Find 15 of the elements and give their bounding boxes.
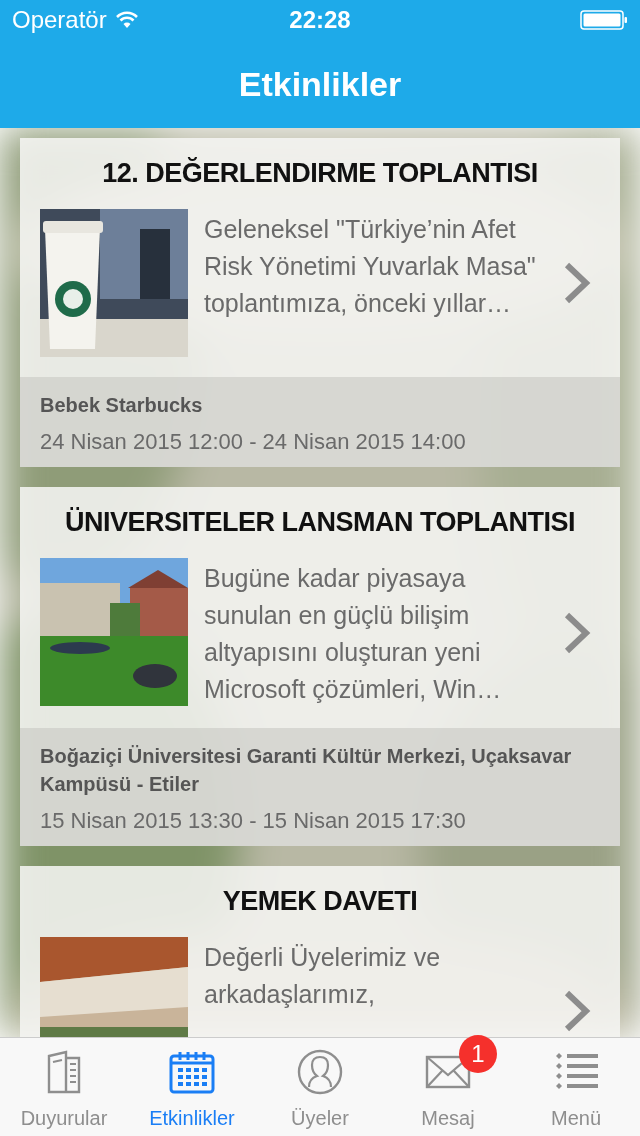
tab-item[interactable]: Etkinlikler [128, 1038, 256, 1136]
calendar-icon [169, 1050, 215, 1094]
folded-paper-icon [46, 1050, 82, 1094]
tab-item[interactable]: Duyurular [0, 1038, 128, 1136]
screen-title: Etkinlikler [238, 64, 402, 104]
tab-item[interactable]: 1 Mesaj [384, 1038, 512, 1136]
unread-badge: 1 [459, 1035, 497, 1073]
clock-time: 22:28 [289, 6, 351, 34]
envelope-icon [425, 1055, 471, 1089]
wifi-icon [114, 11, 139, 29]
battery-icon [580, 10, 628, 30]
carrier-name: Operatör [12, 6, 107, 34]
tab-item[interactable]: Menü [512, 1038, 640, 1136]
user-icon [297, 1049, 343, 1095]
tab-item[interactable]: Üyeler [256, 1038, 384, 1136]
